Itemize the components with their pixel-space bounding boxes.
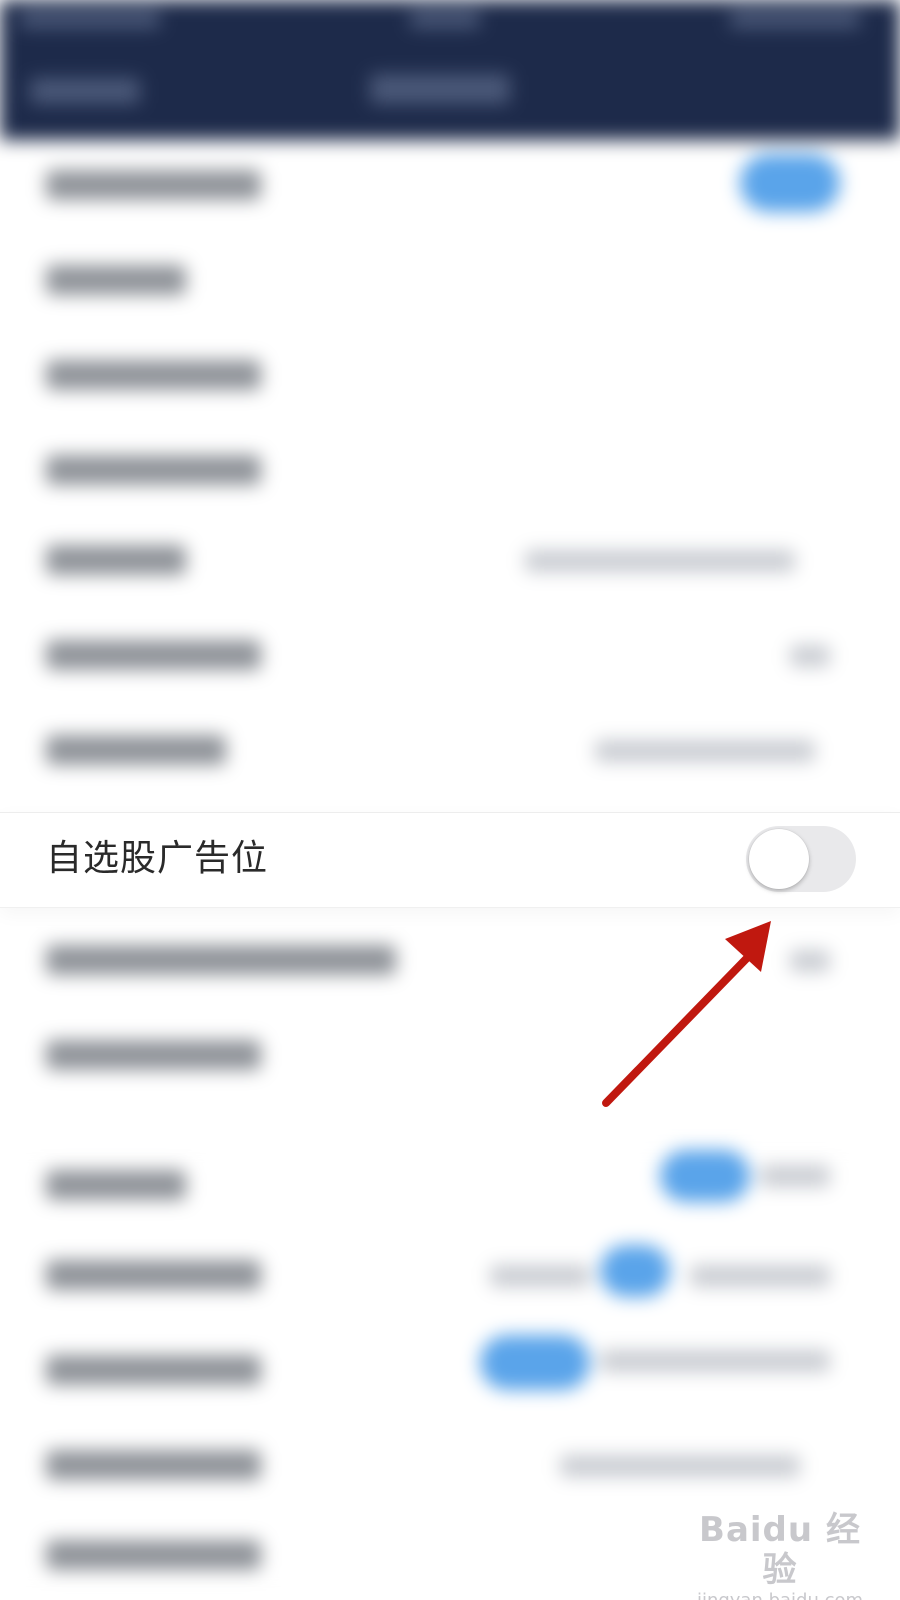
segment-option[interactable]: [600, 1350, 830, 1372]
setting-item[interactable]: [46, 1450, 261, 1480]
segment-option[interactable]: [760, 1165, 830, 1187]
watermark-url: jingyan.baidu.com: [690, 1590, 870, 1600]
setting-item[interactable]: [46, 1040, 261, 1070]
setting-value: [525, 550, 795, 572]
segment-selected[interactable]: [600, 1245, 670, 1297]
setting-item[interactable]: [46, 735, 226, 765]
setting-item[interactable]: [46, 265, 186, 295]
setting-item[interactable]: [46, 455, 261, 485]
setting-item[interactable]: [46, 945, 396, 975]
settings-group-middle: [0, 905, 900, 1125]
setting-item[interactable]: [46, 1355, 261, 1385]
setting-item[interactable]: [46, 170, 261, 200]
toggle-on[interactable]: [740, 154, 840, 212]
setting-item[interactable]: [46, 1540, 261, 1570]
baidu-jingyan-watermark: Baidu 经验 jingyan.baidu.com: [690, 1510, 870, 1600]
watermark-logo: Baidu 经验: [699, 1510, 861, 1590]
segment-selected[interactable]: [480, 1335, 590, 1390]
setting-item[interactable]: [46, 545, 186, 575]
segment-option[interactable]: [490, 1265, 590, 1287]
setting-value: [595, 740, 815, 762]
settings-group-top: [0, 140, 900, 810]
status-bar-time: [20, 10, 160, 28]
watchlist-ad-toggle[interactable]: [746, 826, 856, 892]
setting-item[interactable]: [46, 360, 261, 390]
setting-item[interactable]: [46, 1260, 261, 1290]
screen: 自选股广告位 Baidu 经验 jingyan.baidu.com: [0, 0, 900, 1600]
setting-value: [790, 950, 830, 972]
toggle-knob: [749, 829, 809, 889]
segment-option[interactable]: [690, 1265, 830, 1287]
blurred-background: [0, 0, 900, 1600]
setting-row-watchlist-ad[interactable]: 自选股广告位: [0, 812, 900, 908]
segment-selected[interactable]: [660, 1150, 750, 1202]
status-bar-center: [410, 10, 480, 28]
back-button[interactable]: [30, 78, 140, 104]
status-bar-icons: [730, 10, 860, 28]
setting-item[interactable]: [46, 1170, 186, 1200]
nav-title: [370, 74, 510, 104]
setting-label: 自选股广告位: [46, 838, 269, 879]
setting-value: [560, 1455, 800, 1477]
nav-bar: [0, 0, 900, 140]
setting-item[interactable]: [46, 640, 261, 670]
setting-value: [790, 645, 830, 667]
